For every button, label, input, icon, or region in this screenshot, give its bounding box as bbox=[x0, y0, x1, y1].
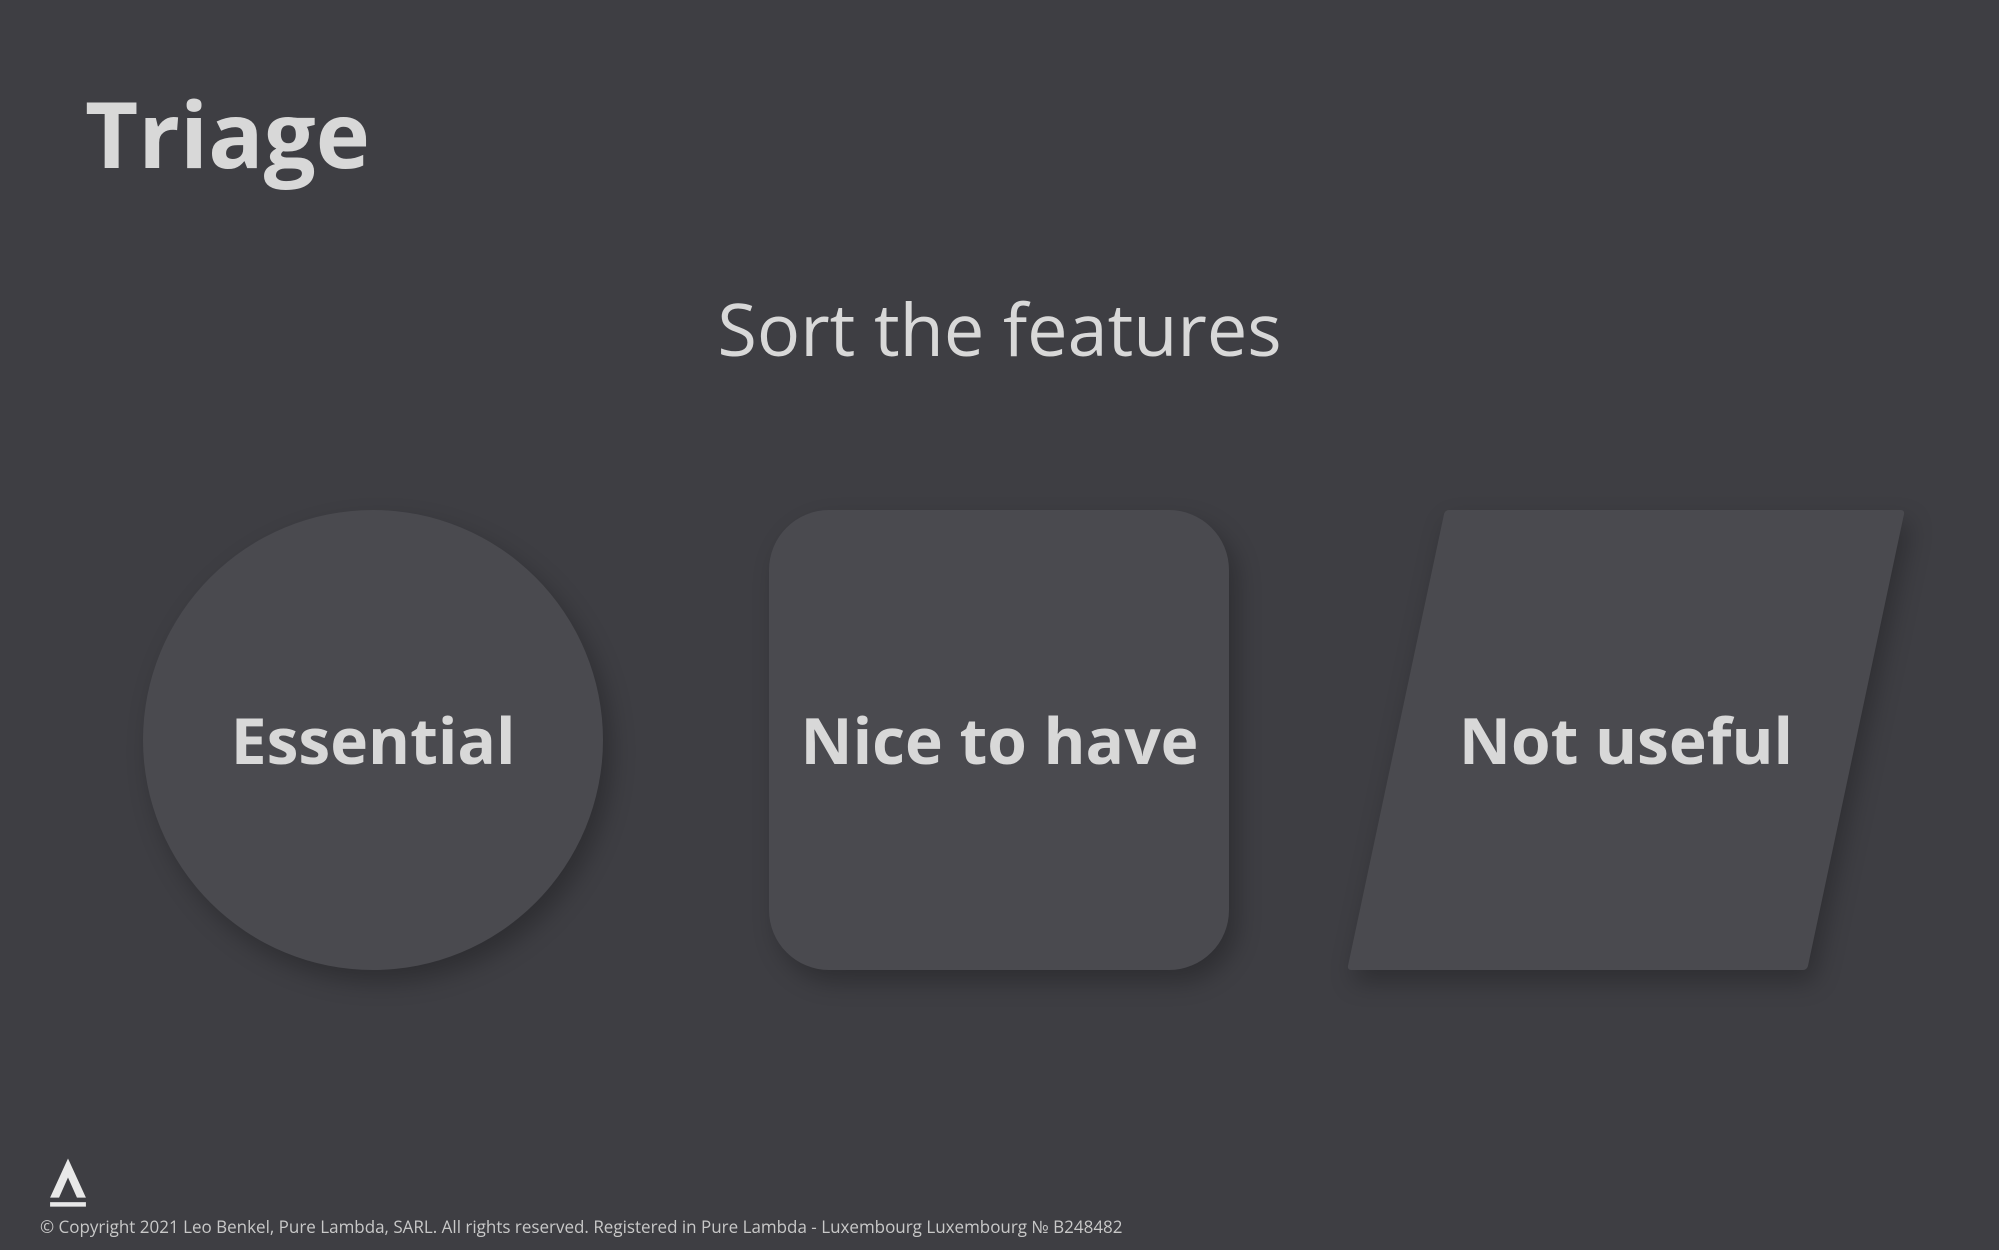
category-not-useful-label: Not useful bbox=[1429, 702, 1823, 779]
category-nice-to-have-label: Nice to have bbox=[771, 702, 1229, 779]
category-nice-to-have: Nice to have bbox=[769, 510, 1229, 970]
lambda-logo-icon bbox=[40, 1154, 96, 1210]
category-essential-label: Essential bbox=[201, 702, 546, 779]
category-not-useful: Not useful bbox=[1347, 510, 1905, 970]
category-essential: Essential bbox=[143, 510, 603, 970]
copyright-text: © Copyright 2021 Leo Benkel, Pure Lambda… bbox=[40, 1215, 1123, 1238]
categories-row: Essential Nice to have Not useful bbox=[0, 510, 1999, 970]
slide-title: Triage bbox=[85, 70, 370, 195]
slide-subtitle: Sort the features bbox=[717, 280, 1281, 378]
